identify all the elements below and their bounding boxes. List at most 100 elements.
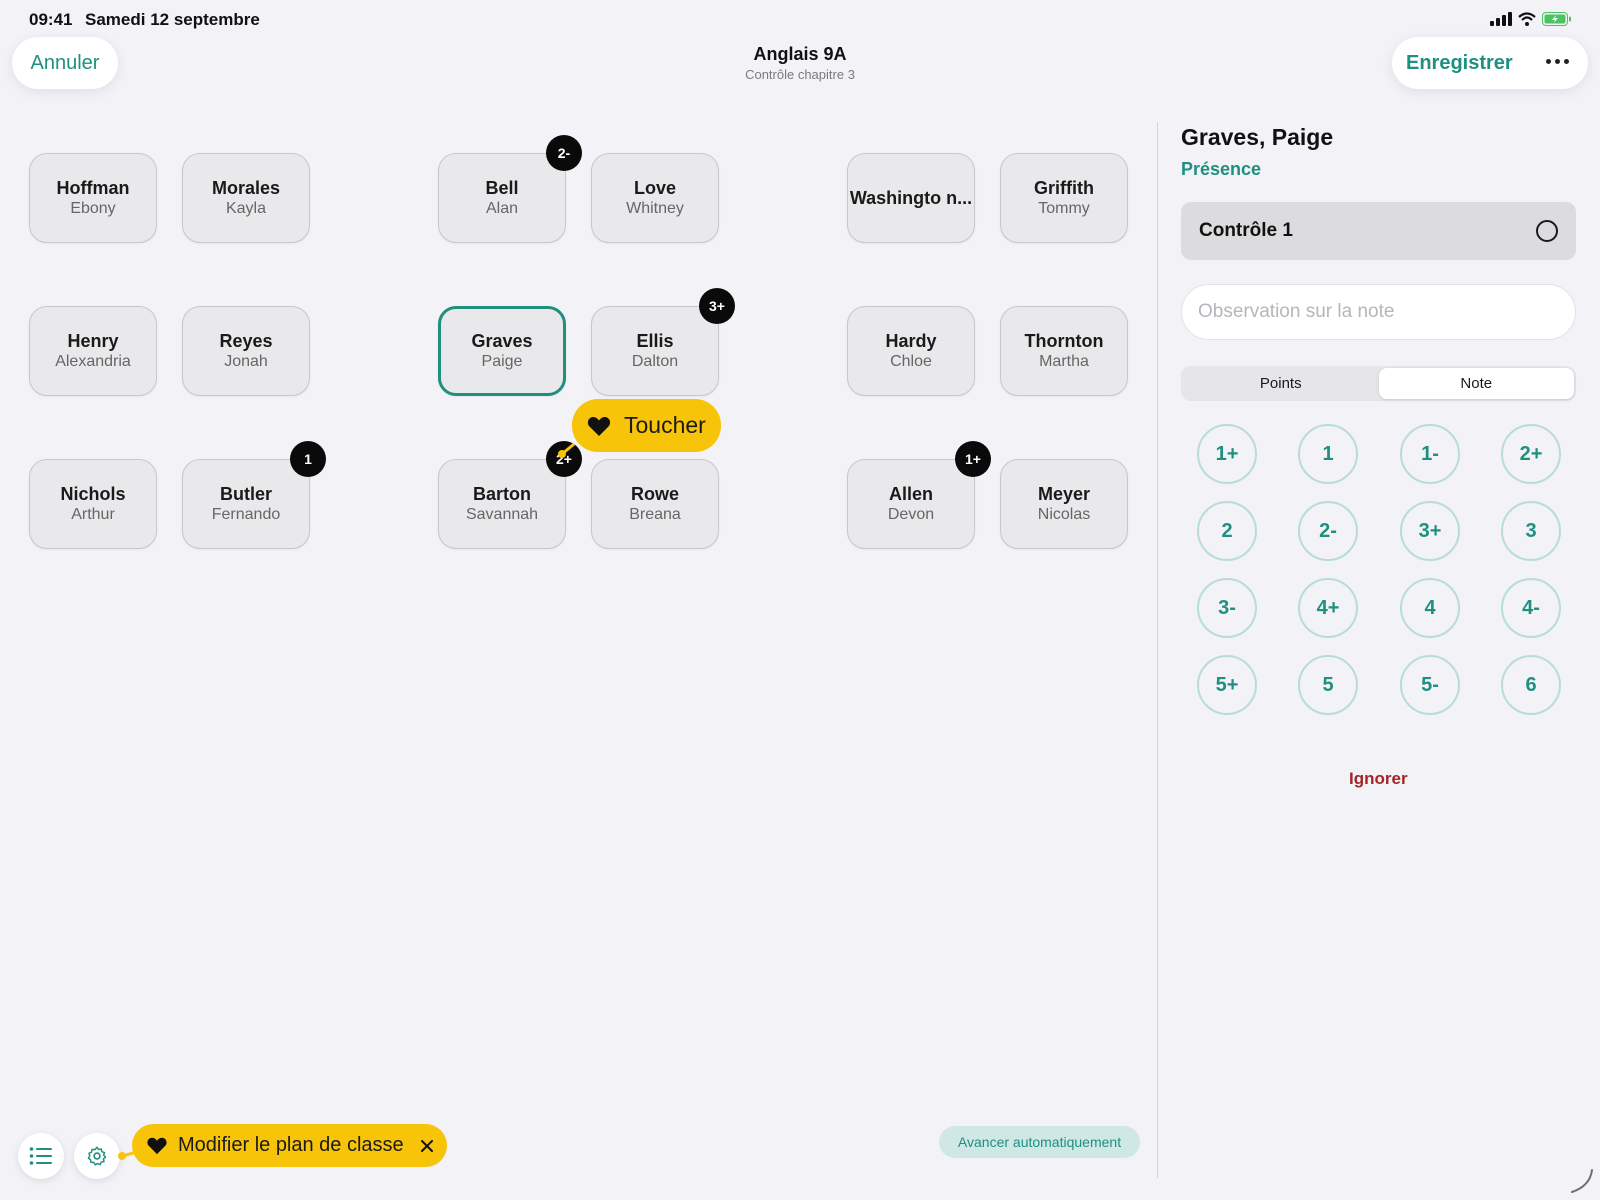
heart-icon xyxy=(587,416,611,436)
seat-reyes[interactable]: Reyes Jonah xyxy=(182,306,310,396)
seat-graves[interactable]: Graves Paige xyxy=(438,306,566,396)
seat-thornton[interactable]: Thornton Martha xyxy=(1000,306,1128,396)
seat-barton[interactable]: Barton Savannah xyxy=(438,459,566,549)
student-last-name: Nichols xyxy=(60,483,126,504)
student-last-name: Graves xyxy=(471,330,533,351)
grade-button[interactable]: 2 xyxy=(1197,501,1257,561)
seat-love[interactable]: Love Whitney xyxy=(591,153,719,243)
grade-button[interactable]: 3- xyxy=(1197,578,1257,638)
list-button[interactable] xyxy=(18,1133,64,1179)
seat-ellis[interactable]: Ellis Dalton xyxy=(591,306,719,396)
student-first-name: Tommy xyxy=(1038,199,1090,217)
control-row[interactable]: Contrôle 1 xyxy=(1181,202,1576,260)
save-group: Enregistrer xyxy=(1392,37,1588,89)
gear-icon xyxy=(87,1146,107,1166)
grade-button[interactable]: 1 xyxy=(1298,424,1358,484)
grade-button[interactable]: 6 xyxy=(1501,655,1561,715)
status-icons xyxy=(1490,12,1572,26)
edit-plan-tooltip[interactable]: Modifier le plan de classe xyxy=(132,1124,447,1167)
grade-button[interactable]: 2- xyxy=(1298,501,1358,561)
signal-icon xyxy=(1490,12,1512,26)
heart-icon xyxy=(147,1137,167,1155)
student-first-name: Kayla xyxy=(225,199,267,217)
student-first-name: Paige xyxy=(481,352,523,370)
student-first-name: Martha xyxy=(1039,352,1089,370)
more-icon[interactable] xyxy=(1546,51,1572,71)
touch-tooltip: Toucher xyxy=(572,399,721,452)
segment-note[interactable]: Note xyxy=(1378,368,1574,399)
student-first-name: Alan xyxy=(485,199,519,217)
student-first-name: Breana xyxy=(629,505,681,523)
student-last-name: Ellis xyxy=(636,330,674,351)
status-time: 09:41 xyxy=(29,10,73,29)
seat-griffith[interactable]: Griffith Tommy xyxy=(1000,153,1128,243)
grade-button[interactable]: 3 xyxy=(1501,501,1561,561)
settings-button[interactable] xyxy=(74,1133,120,1179)
grade-button[interactable]: 3+ xyxy=(1400,501,1460,561)
ignore-button[interactable]: Ignorer xyxy=(1349,769,1408,789)
seat-meyer[interactable]: Meyer Nicolas xyxy=(1000,459,1128,549)
auto-advance-button[interactable]: Avancer automatiquement xyxy=(939,1126,1140,1158)
grade-badge: 2- xyxy=(546,135,582,171)
student-last-name: Morales xyxy=(211,177,281,198)
student-first-name: Alexandria xyxy=(55,352,131,370)
grade-button[interactable]: 4+ xyxy=(1298,578,1358,638)
page-subtitle: Contrôle chapitre 3 xyxy=(745,67,855,82)
control-label: Contrôle 1 xyxy=(1199,220,1293,241)
grade-button[interactable]: 5+ xyxy=(1197,655,1257,715)
seat-bell[interactable]: Bell Alan xyxy=(438,153,566,243)
status-date: Samedi 12 septembre xyxy=(85,10,260,29)
seat-washington[interactable]: Washingto n... xyxy=(847,153,975,243)
presence-link[interactable]: Présence xyxy=(1181,159,1261,180)
student-first-name: Nicolas xyxy=(1037,505,1091,523)
student-first-name: Chloe xyxy=(890,352,932,370)
seat-hardy[interactable]: Hardy Chloe xyxy=(847,306,975,396)
seat-butler[interactable]: Butler Fernando xyxy=(182,459,310,549)
student-first-name: Savannah xyxy=(465,505,539,523)
touch-tooltip-label: Toucher xyxy=(624,412,706,438)
seat-morales[interactable]: Morales Kayla xyxy=(182,153,310,243)
student-first-name: Jonah xyxy=(224,352,268,370)
grade-badge: 1+ xyxy=(955,441,991,477)
grade-badge: 1 xyxy=(290,441,326,477)
grade-button[interactable]: 4 xyxy=(1400,578,1460,638)
grade-button[interactable]: 4- xyxy=(1501,578,1561,638)
grade-button[interactable]: 5- xyxy=(1400,655,1460,715)
mode-segmented-control: Points Note xyxy=(1181,366,1576,401)
student-first-name: Arthur xyxy=(71,505,115,523)
observation-input[interactable] xyxy=(1181,284,1576,340)
student-last-name: Rowe xyxy=(630,483,679,504)
grade-button[interactable]: 1+ xyxy=(1197,424,1257,484)
status-bar: 09:41 Samedi 12 septembre xyxy=(0,0,1600,40)
seat-hoffman[interactable]: Hoffman Ebony xyxy=(29,153,157,243)
seat-allen[interactable]: Allen Devon xyxy=(847,459,975,549)
tooltip-pointer xyxy=(558,442,575,458)
student-name: Graves, Paige xyxy=(1181,124,1334,150)
student-last-name: Thornton xyxy=(1024,330,1104,351)
panel-divider xyxy=(1157,122,1158,1178)
student-last-name: Reyes xyxy=(219,330,273,351)
grade-button[interactable]: 2+ xyxy=(1501,424,1561,484)
wifi-icon xyxy=(1518,12,1536,26)
grade-button[interactable]: 5 xyxy=(1298,655,1358,715)
radio-icon[interactable] xyxy=(1536,220,1558,242)
student-last-name: Bell xyxy=(485,177,519,198)
grade-badge: 3+ xyxy=(699,288,735,324)
seat-nichols[interactable]: Nichols Arthur xyxy=(29,459,157,549)
segment-points[interactable]: Points xyxy=(1183,368,1379,399)
student-last-name: Butler xyxy=(219,483,272,504)
page-title: Anglais 9A xyxy=(753,44,847,64)
save-button[interactable]: Enregistrer xyxy=(1406,52,1513,75)
seat-rowe[interactable]: Rowe Breana xyxy=(591,459,719,549)
edit-plan-label: Modifier le plan de classe xyxy=(178,1134,404,1156)
student-last-name: Hardy xyxy=(885,330,937,351)
seat-henry[interactable]: Henry Alexandria xyxy=(29,306,157,396)
header-titles: Anglais 9A Contrôle chapitre 3 xyxy=(0,44,1600,82)
student-last-name: Love xyxy=(633,177,676,198)
student-last-name: Washingto n... xyxy=(849,187,973,208)
student-last-name: Hoffman xyxy=(56,177,130,198)
grade-button[interactable]: 1- xyxy=(1400,424,1460,484)
student-last-name: Barton xyxy=(473,483,531,504)
close-icon[interactable] xyxy=(420,1139,434,1153)
student-first-name: Ebony xyxy=(70,199,116,217)
